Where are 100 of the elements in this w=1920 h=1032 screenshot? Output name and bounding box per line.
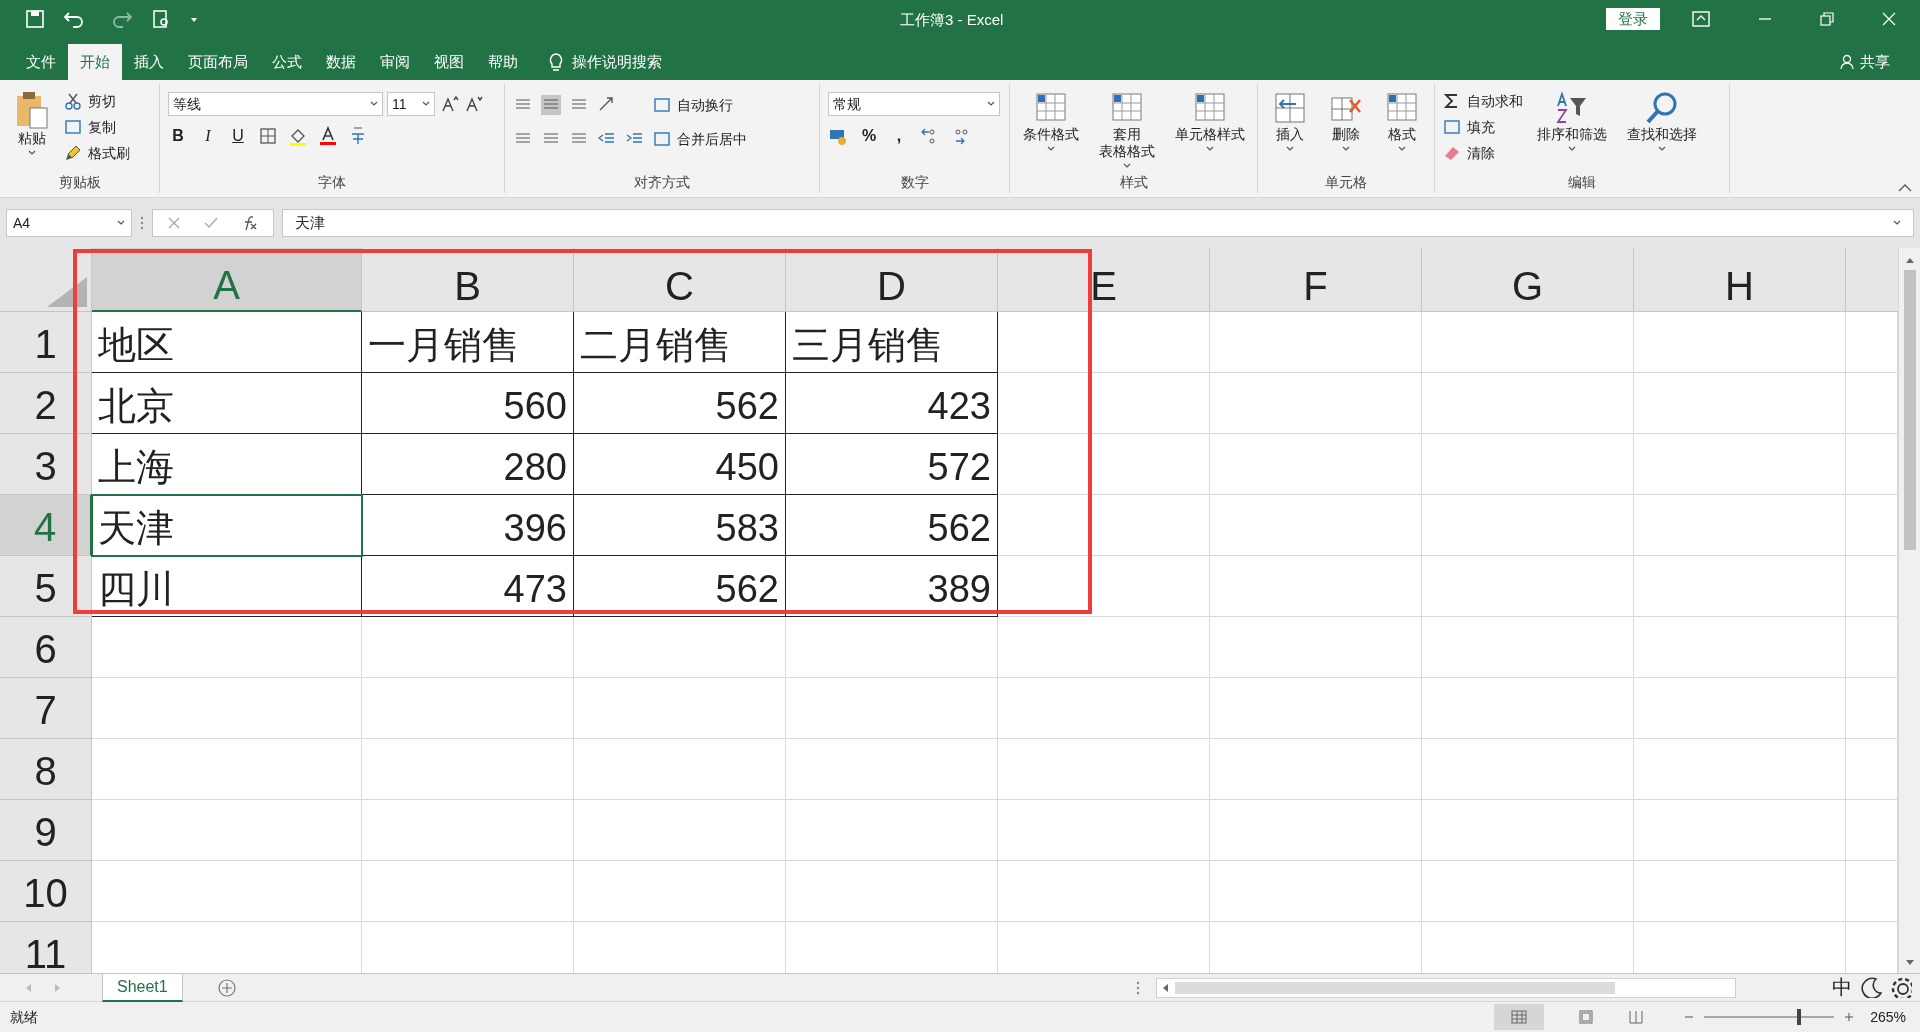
ribbon-tab[interactable]: 数据	[314, 44, 368, 80]
table-cell[interactable]: 560	[362, 373, 574, 434]
empty-cell[interactable]	[998, 617, 1210, 678]
ribbon-button[interactable]: 套用 表格格式	[1092, 84, 1161, 169]
empty-cell[interactable]	[998, 739, 1210, 800]
empty-cell[interactable]	[786, 739, 998, 800]
empty-cell[interactable]	[786, 800, 998, 861]
close-icon[interactable]	[1882, 12, 1896, 26]
empty-cell[interactable]	[1634, 556, 1846, 617]
font-name-field[interactable]: 等线	[168, 92, 383, 116]
empty-cell[interactable]	[1634, 678, 1846, 739]
table-cell[interactable]: 562	[786, 495, 998, 556]
page-layout-icon[interactable]	[1578, 1010, 1595, 1024]
empty-cell[interactable]	[1422, 495, 1634, 556]
caret-icon[interactable]	[422, 101, 430, 107]
table-cell[interactable]: 389	[786, 556, 998, 617]
empty-cell[interactable]	[362, 861, 574, 922]
add-sheet-icon[interactable]	[216, 977, 237, 998]
table-cell[interactable]: 四川	[92, 556, 362, 617]
row-header[interactable]: 3	[0, 434, 92, 495]
empty-cell[interactable]	[1634, 495, 1846, 556]
ribbon-button[interactable]: 格式刷	[64, 140, 130, 166]
empty-cell[interactable]	[1634, 373, 1846, 434]
column-header[interactable]	[1846, 248, 1898, 312]
clipboard-icon[interactable]	[14, 90, 50, 130]
page-break-icon[interactable]	[1628, 1010, 1645, 1024]
ribbon-tab[interactable]: 公式	[260, 44, 314, 80]
caret-icon[interactable]	[28, 150, 36, 156]
empty-cell[interactable]	[574, 861, 786, 922]
empty-cell[interactable]	[1210, 556, 1422, 617]
column-header[interactable]: C	[574, 248, 786, 312]
font-size-field[interactable]: 11	[387, 92, 435, 116]
ime-mode[interactable]: 中	[1832, 976, 1852, 998]
empty-cell[interactable]	[1634, 739, 1846, 800]
empty-cell[interactable]	[1634, 434, 1846, 495]
empty-cell[interactable]	[1210, 678, 1422, 739]
empty-cell[interactable]	[362, 800, 574, 861]
collapse-ribbon-icon[interactable]	[1898, 183, 1912, 193]
scroll-up-icon[interactable]	[1904, 256, 1915, 264]
table-cell[interactable]: 572	[786, 434, 998, 495]
ribbon-button[interactable]: 自动换行	[653, 92, 733, 118]
table-cell[interactable]: 396	[362, 495, 574, 556]
insert-cells-icon[interactable]	[1272, 90, 1308, 126]
table-cell[interactable]: 地区	[92, 312, 362, 373]
empty-cell[interactable]	[1422, 312, 1634, 373]
ribbon-button[interactable]: 清除	[1443, 140, 1523, 166]
ribbon-button[interactable]: 排序和筛选	[1531, 84, 1613, 152]
caret-icon[interactable]	[1893, 220, 1901, 226]
table-cell[interactable]: 583	[574, 495, 786, 556]
row-header[interactable]: 2	[0, 373, 92, 434]
ribbon-button[interactable]: 填充	[1443, 114, 1523, 140]
align-middle-icon[interactable]	[541, 95, 561, 115]
empty-cell[interactable]	[574, 678, 786, 739]
enter-icon[interactable]	[203, 216, 219, 230]
caret-icon[interactable]	[117, 220, 125, 226]
print-preview-icon[interactable]	[151, 9, 171, 29]
table-cell[interactable]: 三月销售	[786, 312, 998, 373]
ribbon-tab[interactable]: 页面布局	[176, 44, 260, 80]
ribbon-button[interactable]: 粘贴	[8, 84, 56, 156]
column-header[interactable]: D	[786, 248, 998, 312]
table-cell[interactable]: 二月销售	[574, 312, 786, 373]
caret-icon[interactable]	[1658, 146, 1666, 152]
column-header[interactable]: H	[1634, 248, 1846, 312]
empty-cell[interactable]	[1634, 800, 1846, 861]
table-cell[interactable]: 280	[362, 434, 574, 495]
empty-cell[interactable]	[1210, 617, 1422, 678]
empty-cell[interactable]	[1422, 556, 1634, 617]
empty-cell[interactable]	[574, 617, 786, 678]
empty-cell[interactable]	[786, 617, 998, 678]
scroll-down-icon[interactable]	[1904, 959, 1915, 967]
caret-icon[interactable]	[1568, 146, 1576, 152]
empty-cell[interactable]	[1210, 373, 1422, 434]
ribbon-button[interactable]: 合并后居中	[653, 126, 747, 152]
row-header[interactable]: 10	[0, 861, 92, 922]
caret-icon[interactable]	[1286, 146, 1294, 152]
caret-icon[interactable]	[1205, 146, 1214, 152]
empty-cell[interactable]	[1422, 373, 1634, 434]
horizontal-scrollbar[interactable]	[1156, 977, 1736, 998]
normal-view-button[interactable]	[1494, 1004, 1545, 1030]
zoom-slider[interactable]	[1797, 1009, 1802, 1025]
table-cell[interactable]: 473	[362, 556, 574, 617]
tell-me-search[interactable]: 操作说明搜索	[572, 50, 662, 74]
row-header[interactable]: 8	[0, 739, 92, 800]
settings-icon[interactable]	[1890, 976, 1912, 998]
table-cell[interactable]: 一月销售	[362, 312, 574, 373]
ribbon-button[interactable]: 删除	[1322, 84, 1370, 152]
empty-cell[interactable]	[1634, 617, 1846, 678]
empty-cell[interactable]	[1210, 495, 1422, 556]
table-cell[interactable]: 北京	[92, 373, 362, 434]
ribbon-tab[interactable]: 插入	[122, 44, 176, 80]
login-button[interactable]: 登录	[1606, 8, 1660, 30]
next-sheet-icon[interactable]	[54, 982, 62, 993]
empty-cell[interactable]	[1634, 312, 1846, 373]
ribbon-button[interactable]: 格式	[1378, 84, 1426, 152]
column-header[interactable]: B	[362, 248, 574, 312]
column-header[interactable]: E	[998, 248, 1210, 312]
ribbon-tab[interactable]: 开始	[68, 44, 122, 80]
caret-icon[interactable]	[1398, 146, 1406, 152]
table-cell[interactable]: 上海	[92, 434, 362, 495]
save-icon[interactable]	[25, 9, 45, 29]
